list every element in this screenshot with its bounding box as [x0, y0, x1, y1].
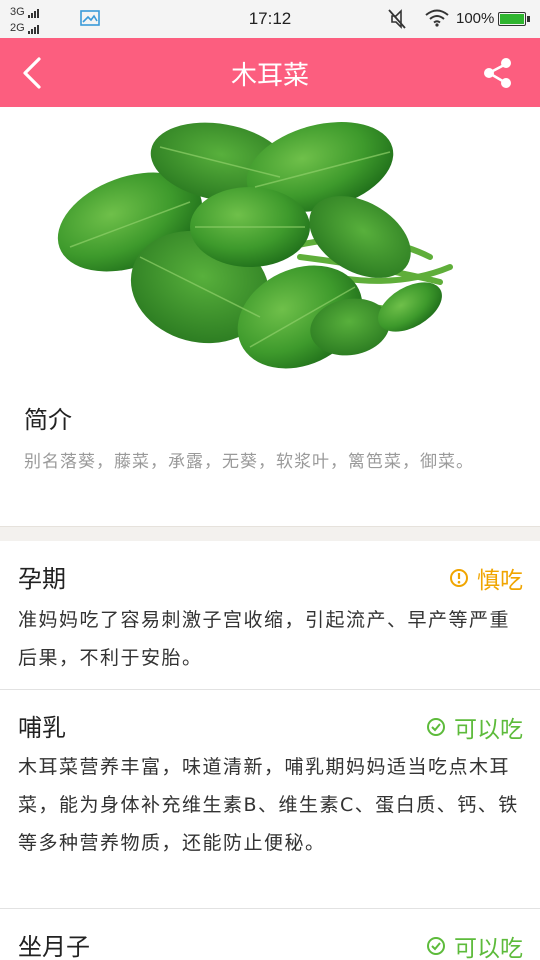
page-title: 木耳菜: [230, 61, 309, 91]
check-circle-icon: [427, 718, 445, 736]
greens-illustration: [57, 122, 453, 369]
status-badge: 可以吃: [426, 710, 523, 744]
section-title: 孕期: [18, 565, 66, 593]
intro-heading: 简介: [24, 406, 72, 434]
section-text: 木耳菜营养丰富，味道清新，哺乳期妈妈适当吃点木耳菜，能为身体补充维生素B、维生素…: [18, 756, 519, 854]
eating-advice-list: 孕期 慎吃 准妈妈吃了容易刺激子宫收缩，引起流产、早产等严重后果，不利于安胎。 …: [0, 541, 540, 960]
status-bar: 3G 2G 17:12 100%: [0, 0, 540, 38]
check-circle-icon: [427, 937, 445, 955]
intro-text: 别名落葵，藤菜，承露，无葵，软浆叶，篱笆菜，御菜。: [24, 452, 474, 472]
section-title: 坐月子: [18, 933, 90, 960]
battery-icon: [498, 12, 530, 26]
status-badge: 慎吃: [449, 561, 523, 595]
list-item-postpartum: 坐月子 可以吃: [0, 909, 540, 960]
warning-circle-icon: [450, 569, 468, 587]
intro-card: 简介 别名落葵，藤菜，承露，无葵，软浆叶，篱笆菜，御菜。: [0, 378, 540, 527]
status-label: 可以吃: [454, 717, 523, 743]
section-text: 准妈妈吃了容易刺激子宫收缩，引起流产、早产等严重后果，不利于安胎。: [18, 609, 511, 669]
status-label: 可以吃: [454, 936, 523, 960]
status-badge: 可以吃: [426, 929, 523, 960]
food-image: [0, 107, 540, 378]
app-header: 木耳菜: [0, 38, 540, 107]
mute-icon: [388, 9, 406, 29]
battery-percent: 100%: [456, 10, 495, 27]
list-item-pregnancy: 孕期 慎吃 准妈妈吃了容易刺激子宫收缩，引起流产、早产等严重后果，不利于安胎。: [0, 541, 540, 690]
status-label: 慎吃: [477, 568, 523, 594]
wifi-icon: [425, 9, 449, 27]
list-item-breastfeeding: 哺乳 可以吃 木耳菜营养丰富，味道清新，哺乳期妈妈适当吃点木耳菜，能为身体补充维…: [0, 690, 540, 909]
share-icon[interactable]: [480, 55, 516, 91]
section-title: 哺乳: [18, 714, 66, 742]
